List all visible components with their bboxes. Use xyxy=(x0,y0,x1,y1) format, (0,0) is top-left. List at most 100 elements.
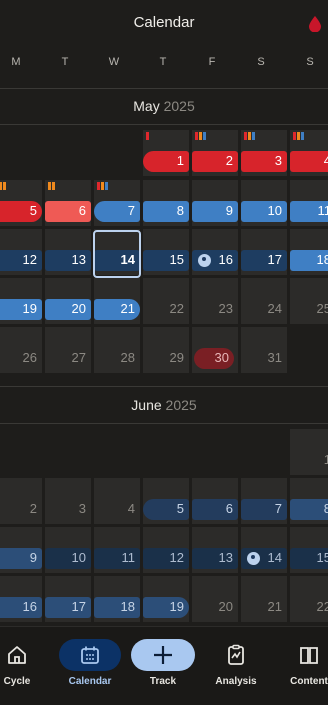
symptom-tag xyxy=(0,182,2,190)
month-year: 2025 xyxy=(164,98,195,114)
month-name: June xyxy=(131,397,161,413)
weekday-label: W xyxy=(104,56,124,68)
day-cell[interactable]: 15 xyxy=(143,229,189,275)
day-number: 11 xyxy=(318,203,328,218)
day-cell[interactable]: 20 xyxy=(192,576,238,622)
day-cell[interactable]: 5 xyxy=(143,478,189,524)
day-cell[interactable]: 4 xyxy=(290,130,328,176)
day-number: 17 xyxy=(268,252,282,267)
day-cell[interactable]: 8 xyxy=(290,478,328,524)
day-cell[interactable]: 12 xyxy=(143,527,189,573)
blood-drop-icon[interactable] xyxy=(309,16,321,32)
day-number: 27 xyxy=(72,350,86,365)
day-cell[interactable]: 7 xyxy=(94,180,140,226)
day-cell[interactable]: 6 xyxy=(192,478,238,524)
nav-track[interactable]: Track xyxy=(130,627,196,705)
day-cell[interactable]: 11 xyxy=(94,527,140,573)
day-number: 15 xyxy=(317,550,328,565)
day-cell[interactable]: 16 xyxy=(192,229,238,275)
day-cell[interactable]: 7 xyxy=(241,478,287,524)
day-cell[interactable]: 3 xyxy=(45,478,91,524)
nav-cycle[interactable]: Cycle xyxy=(0,627,50,705)
day-cell[interactable]: 5 xyxy=(0,180,42,226)
symptom-tag xyxy=(97,182,100,190)
day-cell[interactable]: 13 xyxy=(192,527,238,573)
day-cell[interactable]: 22 xyxy=(290,576,328,622)
day-number: 1 xyxy=(324,452,328,467)
day-cell[interactable]: 28 xyxy=(94,327,140,373)
day-cell[interactable]: 17 xyxy=(45,576,91,622)
day-number: 20 xyxy=(72,301,86,316)
day-cell[interactable]: 18 xyxy=(94,576,140,622)
day-cell[interactable]: 3 xyxy=(241,130,287,176)
day-number: 3 xyxy=(275,153,282,168)
day-cell[interactable]: 1 xyxy=(143,130,189,176)
day-cell[interactable]: 6 xyxy=(45,180,91,226)
nav-label: Cycle xyxy=(0,676,50,687)
day-number: 5 xyxy=(30,203,37,218)
day-cell[interactable]: 1 xyxy=(290,429,328,475)
symptom-tags xyxy=(48,182,55,190)
day-cell[interactable]: 19 xyxy=(143,576,189,622)
weekday-label: S xyxy=(300,56,320,68)
day-cell[interactable]: 17 xyxy=(241,229,287,275)
day-cell[interactable]: 31 xyxy=(241,327,287,373)
page-title: Calendar xyxy=(0,14,328,31)
day-cell[interactable]: 14 xyxy=(241,527,287,573)
day-cell[interactable]: 20 xyxy=(45,278,91,324)
day-cell[interactable]: 10 xyxy=(45,527,91,573)
day-cell[interactable]: 8 xyxy=(143,180,189,226)
day-number: 9 xyxy=(30,550,37,565)
nav-label: Content xyxy=(276,676,328,687)
day-number: 25 xyxy=(317,301,328,316)
symptom-tag xyxy=(52,182,55,190)
day-cell[interactable]: 4 xyxy=(94,478,140,524)
day-cell[interactable]: 16 xyxy=(0,576,42,622)
day-cell[interactable]: 23 xyxy=(192,278,238,324)
day-cell[interactable]: 9 xyxy=(192,180,238,226)
day-cell[interactable]: 10 xyxy=(241,180,287,226)
nav-content[interactable]: Content xyxy=(276,627,328,705)
day-number: 13 xyxy=(72,252,86,267)
day-cell[interactable]: 21 xyxy=(94,278,140,324)
day-cell[interactable]: 12 xyxy=(0,229,42,275)
weekday-label: T xyxy=(153,56,173,68)
symptom-tags xyxy=(195,132,206,140)
day-number: 22 xyxy=(170,301,184,316)
day-cell[interactable]: 27 xyxy=(45,327,91,373)
day-cell[interactable]: 25 xyxy=(290,278,328,324)
divider xyxy=(0,386,328,387)
day-cell[interactable]: 24 xyxy=(241,278,287,324)
day-cell[interactable]: 26 xyxy=(0,327,42,373)
day-cell[interactable]: 11 xyxy=(290,180,328,226)
symptom-tags xyxy=(97,182,108,190)
day-cell[interactable]: 9 xyxy=(0,527,42,573)
day-cell[interactable]: 29 xyxy=(143,327,189,373)
day-number: 14 xyxy=(268,550,282,565)
day-cell[interactable]: 2 xyxy=(0,478,42,524)
day-number: 7 xyxy=(275,501,282,516)
day-number: 2 xyxy=(226,153,233,168)
nav-analysis[interactable]: Analysis xyxy=(203,627,269,705)
day-number: 18 xyxy=(317,252,328,267)
day-cell[interactable]: 22 xyxy=(143,278,189,324)
nav-icon-container xyxy=(0,639,37,671)
day-cell[interactable]: 13 xyxy=(45,229,91,275)
day-cell[interactable]: 2 xyxy=(192,130,238,176)
day-cell[interactable]: 18 xyxy=(290,229,328,275)
symptom-tag xyxy=(146,132,149,140)
weekday-label: T xyxy=(55,56,75,68)
month-label-may: May 2025 xyxy=(0,98,328,114)
day-cell[interactable]: 30 xyxy=(192,327,238,373)
calendar-icon xyxy=(79,644,101,666)
day-number: 5 xyxy=(177,501,184,516)
top-bar: Calendar xyxy=(0,0,328,46)
symptom-tags xyxy=(293,132,304,140)
day-cell[interactable]: 19 xyxy=(0,278,42,324)
nav-label: Calendar xyxy=(57,676,123,687)
nav-calendar[interactable]: Calendar xyxy=(57,627,123,705)
book-icon xyxy=(298,644,320,666)
day-number: 9 xyxy=(226,203,233,218)
day-cell[interactable]: 15 xyxy=(290,527,328,573)
day-cell[interactable]: 21 xyxy=(241,576,287,622)
